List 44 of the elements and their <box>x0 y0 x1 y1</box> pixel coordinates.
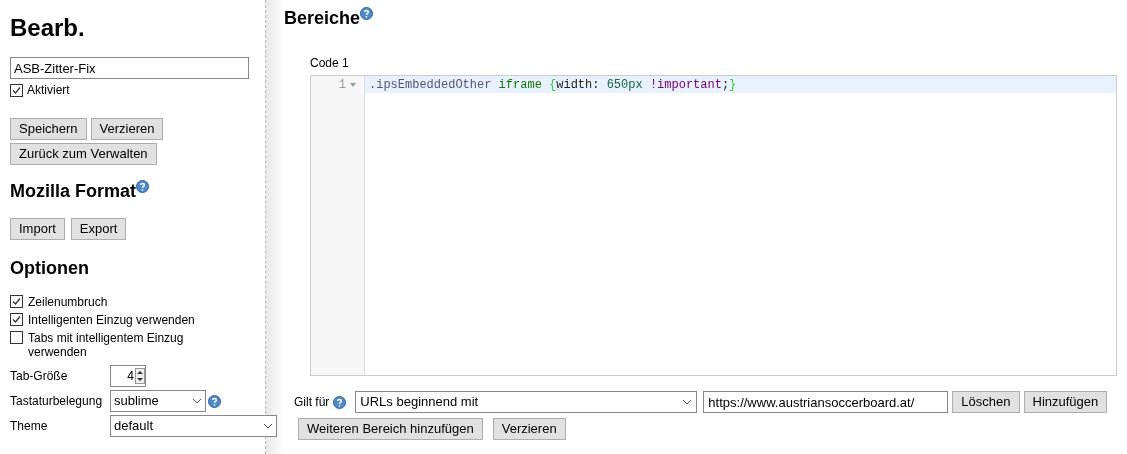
help-icon[interactable] <box>360 7 374 20</box>
format-button[interactable]: Import <box>10 218 65 240</box>
field-label: Theme <box>10 418 49 435</box>
option-label: Zeilenumbruch <box>28 295 109 309</box>
option-label: Intelligenten Einzug verwenden <box>28 313 196 327</box>
fold-icon[interactable] <box>350 82 356 87</box>
url-field[interactable]: https://www.austriansoccerboard.at/ <box>703 391 949 413</box>
code-label: Code 1 <box>310 55 350 72</box>
code-editor[interactable]: 1 .ipsEmbeddedOther iframe {width: 650px !important;} <box>310 75 1117 376</box>
checkbox[interactable] <box>10 83 23 97</box>
number-field[interactable]: 4 <box>110 365 146 387</box>
help-icon[interactable] <box>208 394 221 408</box>
section-title: Optionen <box>10 257 90 279</box>
checkbox[interactable] <box>10 295 23 308</box>
field-label: Gilt für <box>294 394 330 411</box>
back-button[interactable]: Zurück zum Verwalten <box>10 143 157 165</box>
checkbox[interactable] <box>10 313 23 326</box>
spinner-icon[interactable] <box>135 368 145 384</box>
section-button[interactable]: Verzieren <box>492 418 566 440</box>
help-icon[interactable] <box>333 395 347 409</box>
action-button[interactable]: Speichern <box>10 118 87 140</box>
theme-select[interactable]: default <box>110 415 277 437</box>
section-title: Bereiche <box>284 7 361 29</box>
caret-icon <box>263 423 273 429</box>
option-label: Tabs mit intelligentem Einzug verwenden <box>28 331 185 359</box>
help-icon[interactable] <box>136 180 149 193</box>
keymap-select[interactable]: sublime <box>110 390 206 412</box>
match-type-select[interactable]: URLs beginnend mit <box>355 391 698 413</box>
checkbox[interactable] <box>10 331 23 344</box>
code-line: .ipsEmbeddedOther iframe {width: 650px !important;} <box>369 76 737 94</box>
section-title: Mozilla Format <box>10 180 136 202</box>
section-button[interactable]: Weiteren Bereich hinzufügen <box>298 418 483 440</box>
checkbox-label: Aktiviert <box>27 82 70 99</box>
format-button[interactable]: Export <box>70 218 127 240</box>
line-number: 1 <box>338 76 346 94</box>
panel-title: Bearb. <box>10 14 86 42</box>
caret-icon <box>192 398 202 404</box>
name-field[interactable]: ASB-Zitter-Fix <box>10 57 249 79</box>
action-button[interactable]: Verzieren <box>90 118 164 140</box>
url-button[interactable]: Löschen <box>952 391 1020 413</box>
field-label: Tastaturbelegung <box>10 393 104 410</box>
caret-icon <box>682 399 693 405</box>
field-label: Tab-Größe <box>10 368 69 385</box>
url-button[interactable]: Hinzufügen <box>1023 391 1108 413</box>
